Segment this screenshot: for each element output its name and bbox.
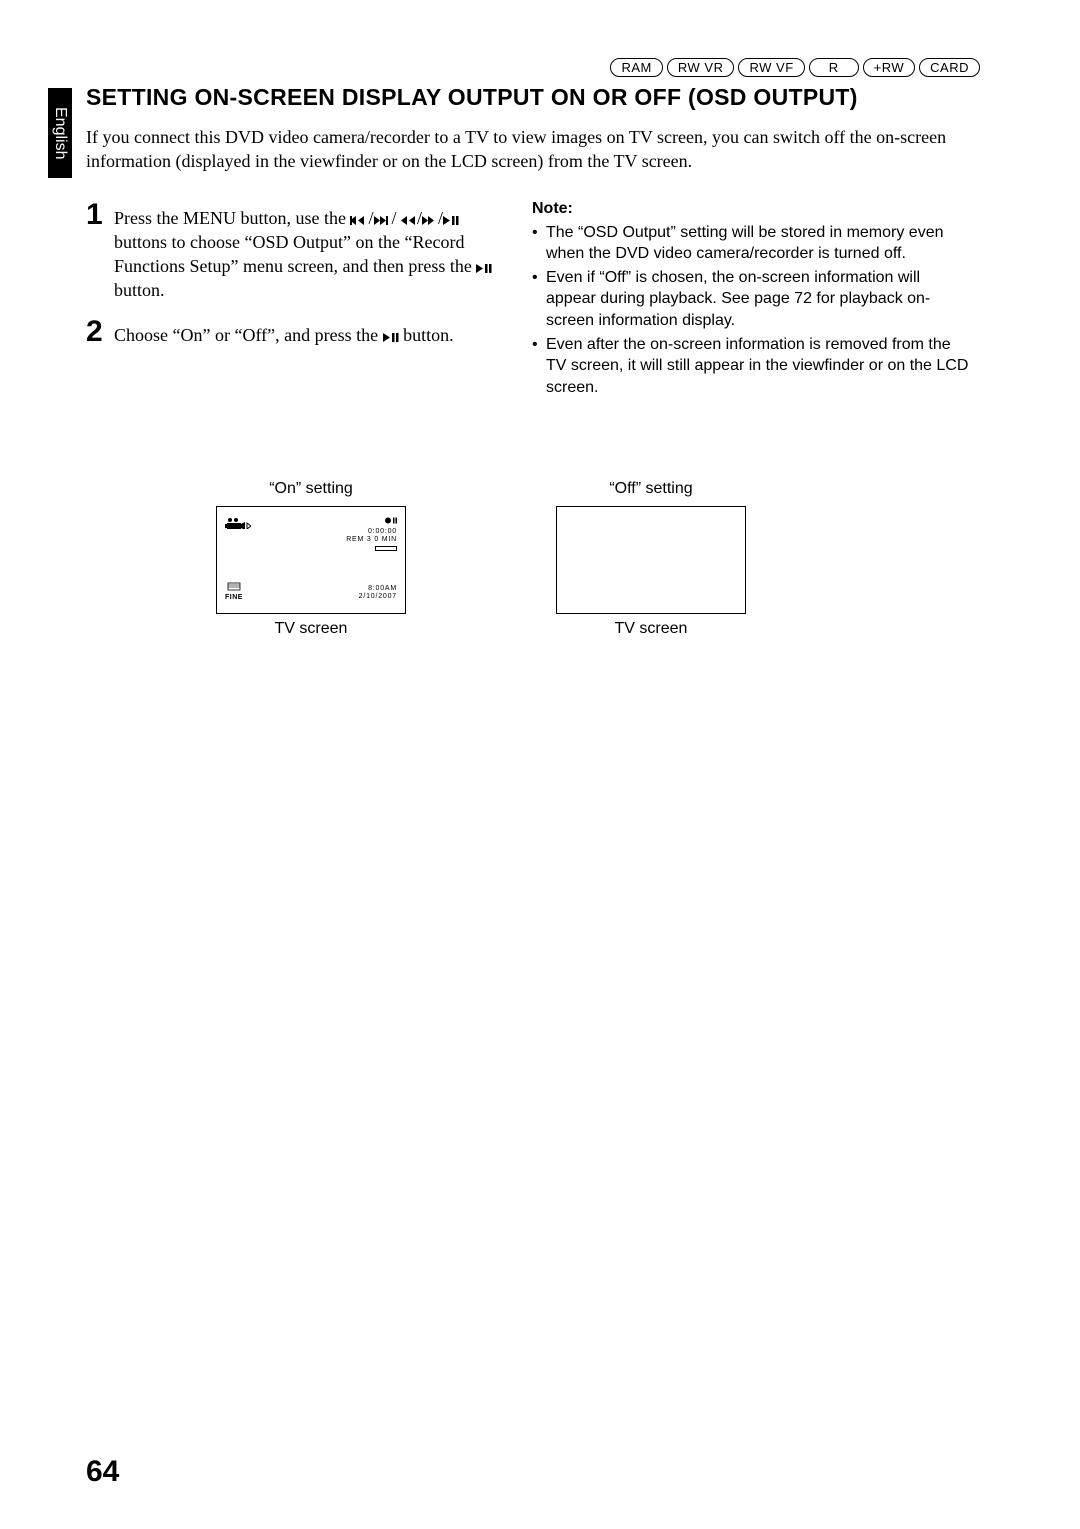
page-number: 64 xyxy=(86,1455,119,1489)
tv-caption: TV screen xyxy=(556,620,746,638)
page-title: SETTING ON-SCREEN DISPLAY OUTPUT ON OR O… xyxy=(86,84,970,111)
tv-top-right: 0:00:00 REM 3 0 MIN xyxy=(346,517,397,554)
step-body: Choose “On” or “Off”, and press the butt… xyxy=(114,317,454,347)
note-heading: Note: xyxy=(532,200,970,218)
on-setting-example: “On” setting 0:00:00 REM 3 0 MIN FINE 8:… xyxy=(216,480,406,638)
tv-bottom-left: FINE xyxy=(225,582,243,601)
tv-rem: REM 3 0 MIN xyxy=(346,536,397,543)
quality-label: FINE xyxy=(225,594,243,601)
step-text: buttons to choose “OSD Output” on the “R… xyxy=(114,232,476,276)
tv-screen-on: 0:00:00 REM 3 0 MIN FINE 8:00AM 2/10/200… xyxy=(216,506,406,614)
record-pause-icon xyxy=(385,517,397,527)
step-body: Press the MENU button, use the // // but… xyxy=(114,200,496,303)
note-item: The “OSD Output” setting will be stored … xyxy=(532,222,970,265)
play-pause-icon xyxy=(443,208,459,228)
badge-ram: RAM xyxy=(610,58,662,77)
step-2: 2 Choose “On” or “Off”, and press the bu… xyxy=(86,317,496,347)
tv-bottom-right: 8:00AM 2/10/2007 xyxy=(359,585,397,602)
step-text: button. xyxy=(399,325,454,345)
note-item: Even after the on-screen information is … xyxy=(532,334,970,399)
camera-icon xyxy=(225,517,251,531)
badge-card: CARD xyxy=(919,58,980,77)
play-pause-icon xyxy=(476,256,492,276)
note-item: Even if “Off” is chosen, the on-screen i… xyxy=(532,267,970,332)
language-tab: English xyxy=(48,88,72,178)
off-setting-example: “Off” setting TV screen xyxy=(556,480,746,638)
step-1: 1 Press the MENU button, use the // // b… xyxy=(86,200,496,303)
tv-date: 2/10/2007 xyxy=(359,593,397,600)
step-text: Press the MENU button, use the xyxy=(114,208,350,228)
fast-forward-icon xyxy=(422,208,438,228)
battery-icon xyxy=(375,546,397,551)
step-text: button. xyxy=(114,280,165,300)
rewind-icon xyxy=(401,208,417,228)
quality-icon xyxy=(227,582,241,591)
on-setting-label: “On” setting xyxy=(216,480,406,498)
tv-time: 0:00:00 xyxy=(368,528,397,535)
note-list: The “OSD Output” setting will be stored … xyxy=(532,222,970,399)
play-pause-icon xyxy=(383,325,399,345)
badge-r: R xyxy=(809,58,859,77)
prev-track-icon xyxy=(350,208,368,228)
step-number: 2 xyxy=(86,317,114,347)
step-text: Choose “On” or “Off”, and press the xyxy=(114,325,383,345)
step-number: 1 xyxy=(86,200,114,303)
tv-caption: TV screen xyxy=(216,620,406,638)
off-setting-label: “Off” setting xyxy=(556,480,746,498)
tv-clock: 8:00AM xyxy=(368,585,397,592)
intro-text: If you connect this DVD video camera/rec… xyxy=(86,125,970,174)
badge-rwvf: RW VF xyxy=(738,58,804,77)
badge-plusrw: +RW xyxy=(863,58,916,77)
media-badges: RAM RW VR RW VF R +RW CARD xyxy=(610,58,980,77)
tv-screen-off xyxy=(556,506,746,614)
badge-rwvr: RW VR xyxy=(667,58,735,77)
next-track-icon xyxy=(374,208,392,228)
